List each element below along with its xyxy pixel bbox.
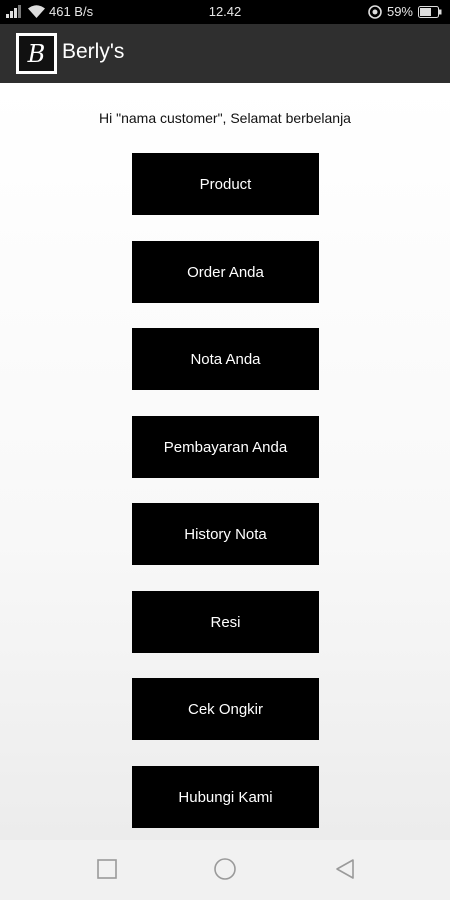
vpn-icon [368, 4, 382, 19]
battery-percent: 59% [386, 4, 413, 19]
history-nota-button[interactable]: History Nota [132, 503, 319, 565]
cek-ongkir-button[interactable]: Cek Ongkir [132, 678, 319, 740]
status-right: 59% [368, 4, 442, 19]
app-bar: B Berly's [0, 24, 450, 83]
order-button[interactable]: Order Anda [132, 241, 319, 303]
resi-button[interactable]: Resi [132, 591, 319, 653]
recents-icon[interactable] [96, 858, 118, 880]
app-logo: B [16, 33, 57, 74]
battery-icon [418, 5, 442, 18]
status-bar: 461 B/s 12.42 59% [0, 0, 450, 24]
back-icon[interactable] [334, 858, 356, 880]
greeting-text: Hi "nama customer", Selamat berbelanja [99, 110, 351, 126]
navigation-bar [0, 840, 450, 900]
product-button[interactable]: Product [132, 153, 319, 215]
main-content: Hi "nama customer", Selamat berbelanja P… [0, 83, 450, 840]
hubungi-kami-button[interactable]: Hubungi Kami [132, 766, 319, 828]
status-time: 12.42 [208, 4, 242, 19]
nota-button[interactable]: Nota Anda [132, 328, 319, 390]
logo-letter: B [27, 39, 46, 68]
home-icon[interactable] [213, 858, 237, 882]
pembayaran-button[interactable]: Pembayaran Anda [132, 416, 319, 478]
app-title: Berly's [62, 40, 125, 63]
